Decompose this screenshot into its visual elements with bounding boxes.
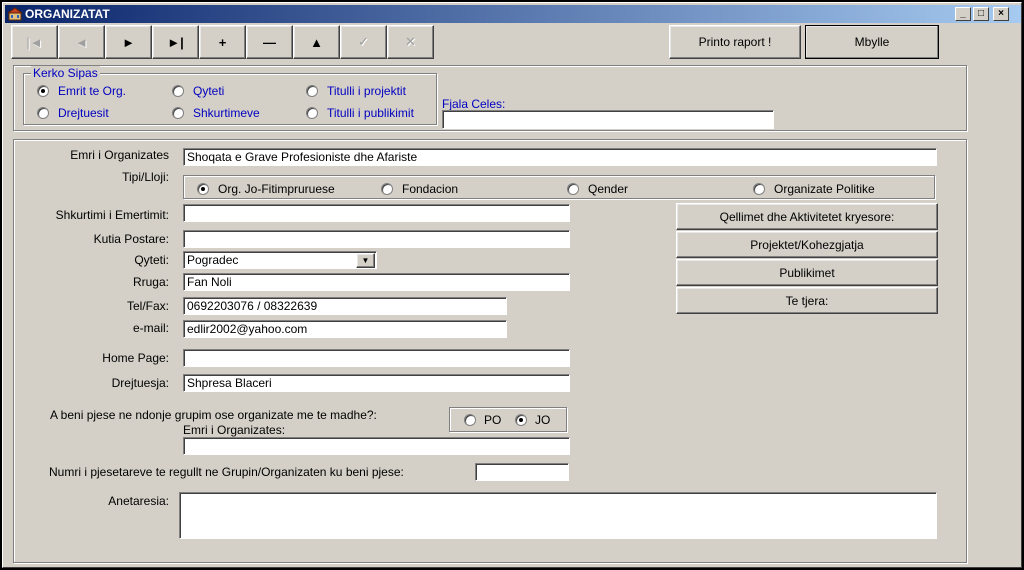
building-icon bbox=[8, 7, 22, 21]
close-form-button[interactable]: Mbylle bbox=[805, 25, 939, 59]
window-title: ORGANIZATAT bbox=[25, 7, 110, 21]
first-record-button[interactable]: |◄ bbox=[11, 25, 58, 59]
close-window-button[interactable]: × bbox=[993, 7, 1009, 21]
pobox-label: Kutia Postare: bbox=[93, 232, 169, 246]
search-option-publication-title[interactable]: Titulli i publikimit bbox=[306, 106, 414, 120]
radio-icon bbox=[306, 85, 318, 97]
cancel-button[interactable]: ✕ bbox=[387, 25, 434, 59]
radio-icon bbox=[567, 183, 579, 195]
projects-duration-button[interactable]: Projektet/Kohezgjatja bbox=[676, 231, 938, 258]
radio-icon bbox=[753, 183, 765, 195]
radio-icon bbox=[172, 85, 184, 97]
minus-icon: — bbox=[263, 34, 276, 50]
last-record-button[interactable]: ►| bbox=[152, 25, 199, 59]
radio-icon bbox=[306, 107, 318, 119]
goals-activities-button[interactable]: Qellimet dhe Aktivitetet kryesore: bbox=[676, 203, 938, 230]
type-label: Tipi/Lloji: bbox=[122, 170, 169, 184]
group-question-label: A beni pjese ne ndonje grupim ose organi… bbox=[50, 408, 377, 422]
chevron-down-icon: ▼ bbox=[361, 256, 370, 265]
group-answer-yes[interactable]: PO bbox=[464, 413, 501, 427]
checkmark-icon: ✓ bbox=[358, 34, 369, 49]
delete-record-button[interactable]: — bbox=[246, 25, 293, 59]
group-org-label: Emri i Organizates: bbox=[183, 423, 286, 437]
street-label: Rruga: bbox=[132, 275, 169, 289]
director-field[interactable]: Shpresa Blaceri bbox=[183, 374, 570, 392]
maximize-icon: □ bbox=[977, 8, 985, 19]
abbreviation-field[interactable] bbox=[183, 204, 570, 222]
city-value: Pogradec bbox=[187, 253, 239, 267]
publications-button[interactable]: Publikimet bbox=[676, 259, 938, 286]
triangle-left-icon: ◄ bbox=[75, 34, 88, 50]
members-count-field[interactable] bbox=[475, 463, 569, 481]
homepage-field[interactable] bbox=[183, 349, 570, 367]
maximize-button[interactable]: □ bbox=[973, 7, 989, 21]
radio-icon bbox=[37, 107, 49, 119]
add-record-button[interactable]: + bbox=[199, 25, 246, 59]
minimize-button[interactable]: _ bbox=[955, 7, 971, 21]
x-icon: ✕ bbox=[405, 34, 416, 49]
pobox-field[interactable] bbox=[183, 230, 570, 248]
radio-icon bbox=[381, 183, 393, 195]
type-option-foundation[interactable]: Fondacion bbox=[381, 182, 458, 196]
radio-icon bbox=[464, 414, 476, 426]
type-option-center[interactable]: Qender bbox=[567, 182, 628, 196]
type-option-political[interactable]: Organizate Politike bbox=[753, 182, 875, 196]
organizatat-window: ORGANIZATAT _ □ × |◄ ◄ ► ►| + — ▲ ✓ ✕ Printo rap… bbox=[2, 2, 1022, 568]
abbreviation-label: Shkurtimi i Emertimit: bbox=[55, 208, 169, 222]
search-option-org-name[interactable]: Emrit te Org. bbox=[37, 84, 126, 98]
skip-to-end-icon: ►| bbox=[167, 34, 184, 50]
org-name-label: Emri i Organizates bbox=[70, 148, 169, 162]
search-option-city[interactable]: Qyteti bbox=[172, 84, 224, 98]
email-label: e-mail: bbox=[132, 321, 169, 335]
triangle-up-icon: ▲ bbox=[310, 34, 323, 50]
membership-label: Anetaresia: bbox=[108, 494, 169, 508]
search-by-legend: Kerko Sipas bbox=[31, 66, 100, 80]
triangle-right-icon: ► bbox=[122, 34, 135, 50]
up-button[interactable]: ▲ bbox=[293, 25, 340, 59]
confirm-button[interactable]: ✓ bbox=[340, 25, 387, 59]
radio-icon bbox=[37, 85, 49, 97]
title-bar[interactable]: ORGANIZATAT _ □ × bbox=[5, 5, 1021, 23]
other-button[interactable]: Te tjera: bbox=[676, 287, 938, 314]
skip-to-start-icon: |◄ bbox=[26, 34, 43, 50]
email-field[interactable]: edlir2002@yahoo.com bbox=[183, 320, 507, 338]
previous-record-button[interactable]: ◄ bbox=[58, 25, 105, 59]
keyword-input[interactable] bbox=[442, 110, 774, 129]
search-option-abbreviations[interactable]: Shkurtimeve bbox=[172, 106, 260, 120]
minimize-icon: _ bbox=[960, 8, 966, 19]
plus-icon: + bbox=[218, 34, 227, 50]
search-option-directors[interactable]: Drejtuesit bbox=[37, 106, 109, 120]
radio-icon bbox=[515, 414, 527, 426]
close-icon: × bbox=[998, 8, 1004, 19]
city-label: Qyteti: bbox=[134, 253, 169, 267]
radio-icon bbox=[172, 107, 184, 119]
org-name-field[interactable]: Shoqata e Grave Profesioniste dhe Afaris… bbox=[183, 148, 937, 166]
next-record-button[interactable]: ► bbox=[105, 25, 152, 59]
city-dropdown-button[interactable]: ▼ bbox=[356, 253, 375, 268]
print-report-button[interactable]: Printo raport ! bbox=[669, 25, 801, 59]
street-field[interactable]: Fan Noli bbox=[183, 273, 570, 291]
city-select[interactable]: Pogradec bbox=[183, 251, 377, 269]
director-label: Drejtuesja: bbox=[111, 376, 169, 390]
keyword-label: Fjala Celes: bbox=[442, 97, 506, 111]
membership-textarea[interactable] bbox=[179, 492, 937, 539]
homepage-label: Home Page: bbox=[102, 351, 169, 365]
members-count-label: Numri i pjesetareve te regullt ne Grupin… bbox=[49, 465, 404, 479]
search-option-project-title[interactable]: Titulli i projektit bbox=[306, 84, 406, 98]
phone-label: Tel/Fax: bbox=[126, 299, 169, 313]
radio-icon bbox=[197, 183, 209, 195]
type-option-nonprofit[interactable]: Org. Jo-Fitimpruruese bbox=[197, 182, 335, 196]
group-org-field[interactable] bbox=[183, 437, 570, 455]
group-answer-no[interactable]: JO bbox=[515, 413, 550, 427]
phone-field[interactable]: 0692203076 / 08322639 bbox=[183, 297, 507, 315]
